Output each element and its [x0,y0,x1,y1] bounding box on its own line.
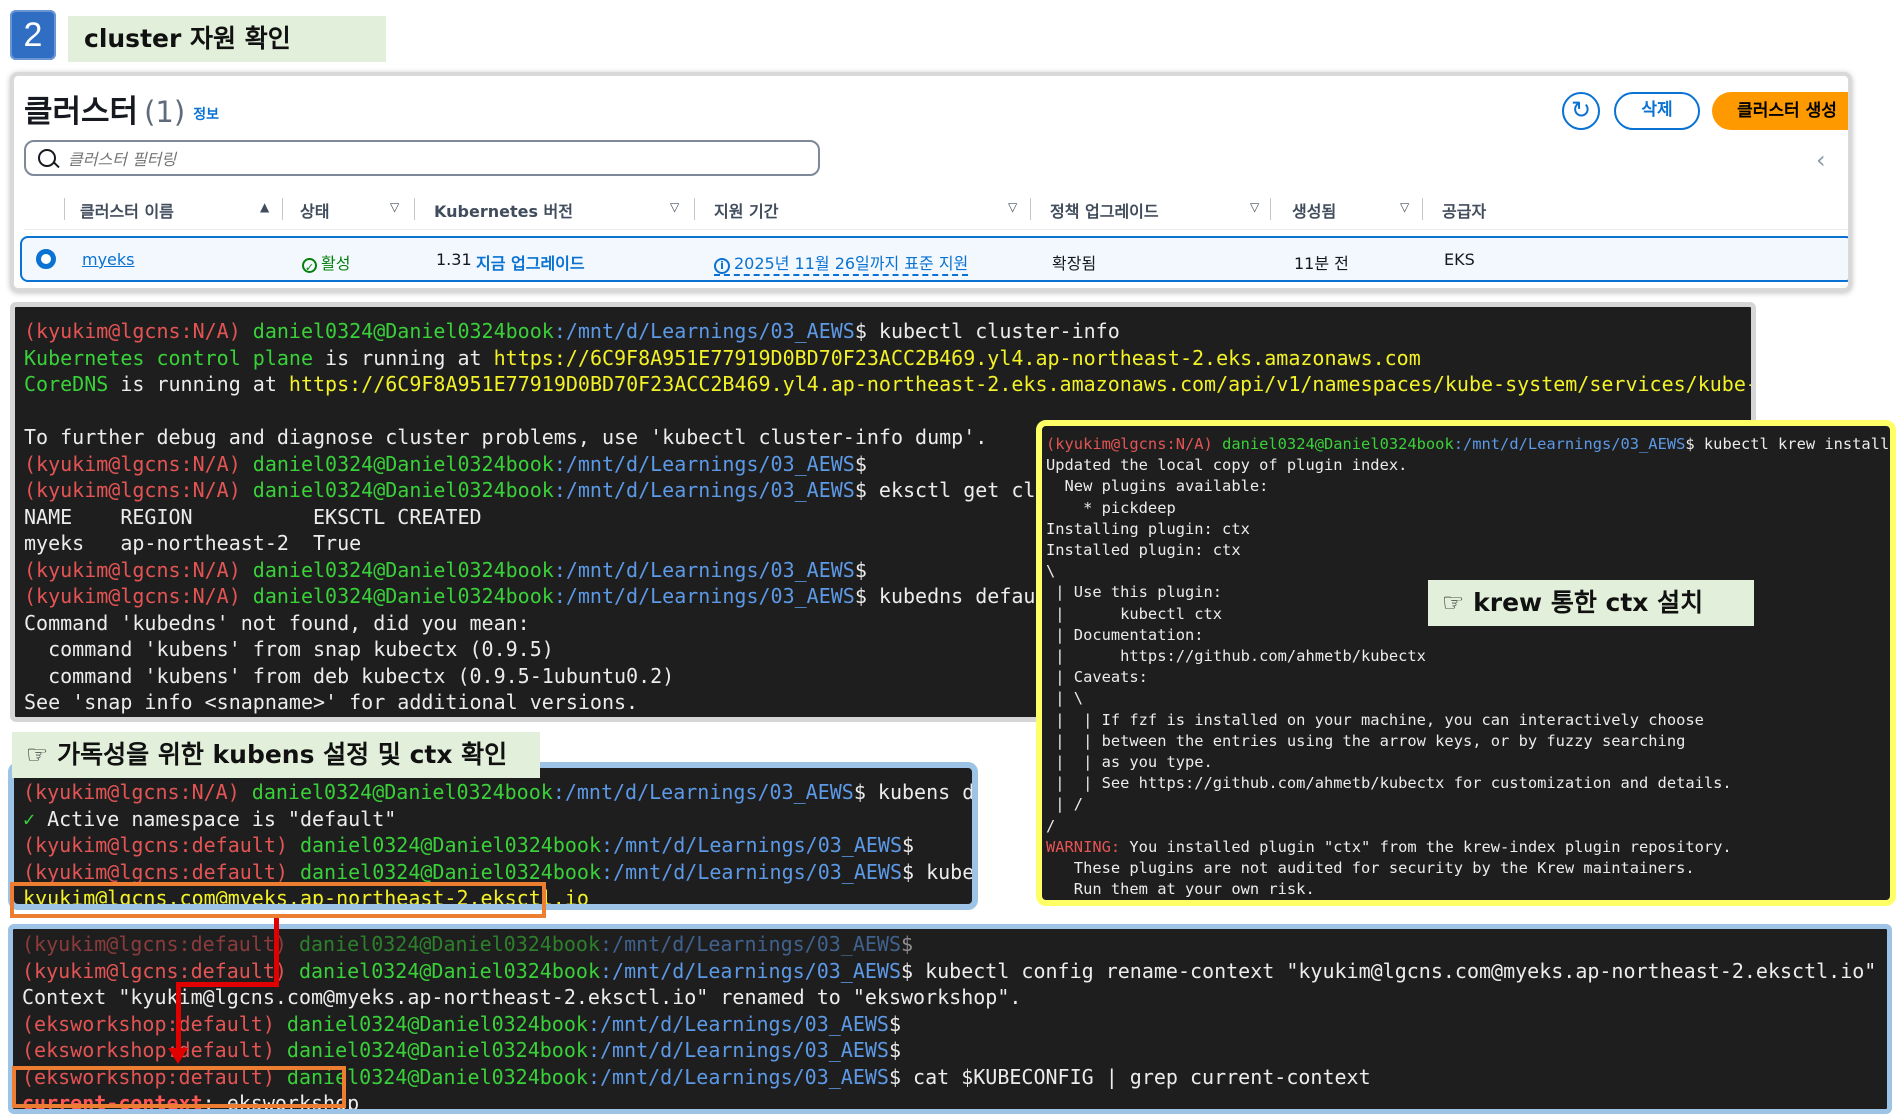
terminal-line: CoreDNS is running at https://6C9F8A951E… [24,372,1756,396]
sort-icon[interactable]: ▽ [390,200,399,214]
terminal-line: (kyukim@lgcns:default) daniel0324@Daniel… [22,958,1877,983]
k8s-version: 1.31 [436,250,472,269]
terminal-line: (kyukim@lgcns:default) daniel0324@Daniel… [22,932,914,956]
terminal-line: Installing plugin: ctx [1046,519,1250,538]
callout-krew-ctx: ☞ krew 통한 ctx 설치 [1428,580,1754,626]
table-row[interactable]: myeks ✓ 활성 1.31 지금 업그레이드 i 2025년 11월 26일까지… [20,236,1848,282]
terminal-line: (kyukim@lgcns:default) daniel0324@Daniel… [23,833,915,857]
callout-kubens: ☞ 가독성을 위한 kubens 설정 및 ctx 확인 [12,732,540,778]
col-created[interactable]: 생성됨 ▽ [1292,198,1409,222]
terminal-line: | | See https://github.com/ahmetb/kubect… [1046,774,1732,793]
cluster-filter[interactable] [24,140,820,176]
terminal-line: Updated the local copy of plugin index. [1046,456,1408,475]
terminal-line: Kubernetes control plane is running at h… [24,345,1421,370]
search-icon [38,149,56,167]
step-title: cluster 자원 확인 [68,16,386,62]
arrow-connector [176,982,181,1052]
col-policy[interactable]: 정책 업그레이드 ▽ [1050,198,1259,222]
terminal-line: | https://github.com/ahmetb/kubectx [1046,647,1426,666]
col-provider[interactable]: 공급자 [1442,198,1486,222]
step-number-badge: 2 [10,10,56,60]
table-header: 클러스터 이름 ▲ 상태 ▽ Kubernetes 버전 ▽ 지원 기간 ▽ 정책 업그… [24,188,1848,230]
status-badge: ✓ 활성 [302,250,350,274]
provider: EKS [1444,250,1475,269]
created-time: 11분 전 [1294,254,1349,273]
sort-icon[interactable]: ▽ [1008,200,1017,214]
col-status[interactable]: 상태 ▽ [300,198,399,222]
terminal-line: | | If fzf is installed on your machine,… [1046,710,1704,729]
terminal-krew-install[interactable]: (kyukim@lgcns:N/A) daniel0324@Daniel0324… [1036,420,1896,906]
terminal-line: (kyukim@lgcns:N/A) daniel0324@Daniel0324… [24,319,1120,343]
sort-icon[interactable]: ▽ [1250,200,1259,214]
refresh-button[interactable]: ↻ [1562,92,1600,130]
check-circle-icon: ✓ [302,258,317,274]
terminal-line: | / [1046,795,1084,814]
row-select-radio[interactable] [36,249,56,269]
check-icon: ✓ [23,806,36,831]
terminal-line: Context "kyukim@lgcns.com@myeks.ap-north… [22,985,1022,1009]
cluster-name-link[interactable]: myeks [82,250,135,269]
upgrade-now-link[interactable]: 지금 업그레이드 [476,250,585,274]
terminal-line: | | between the entries using the arrow … [1046,731,1686,750]
support-period-link[interactable]: i 2025년 11월 26일까지 표준 지원 [714,250,969,276]
cluster-count: (1) [144,95,186,129]
terminal-line: | Caveats: [1046,668,1148,687]
terminal-line: New plugins available: [1046,477,1269,496]
terminal-line: (kyukim@lgcns:N/A) daniel0324@Daniel0324… [23,780,975,804]
highlight-current-context [12,1066,346,1108]
sort-asc-icon[interactable]: ▲ [260,200,269,214]
terminal-line: Installed plugin: ctx [1046,541,1241,560]
page-title: 클러스터 (1) 정보 [24,86,219,131]
arrow-connector [176,982,279,987]
sort-icon[interactable]: ▽ [1400,200,1409,214]
create-cluster-button[interactable]: 클러스터 생성 [1712,92,1848,130]
filter-input[interactable] [66,146,770,172]
title-text: 클러스터 [24,94,139,130]
col-k8s-version[interactable]: Kubernetes 버전 ▽ [434,198,679,222]
terminal-line: (kyukim@lgcns:N/A) daniel0324@Daniel0324… [1046,435,1890,453]
pagination-prev-icon[interactable]: ‹ [1816,146,1826,174]
sort-icon[interactable]: ▽ [670,200,679,214]
policy-upgrade: 확장됨 [1052,254,1097,273]
terminal-line: * pickdeep [1046,498,1176,517]
col-support[interactable]: 지원 기간 ▽ [714,198,1017,222]
terminal-line: Run them at your own risk. [1046,880,1315,899]
terminal-line: | | as you type. [1046,753,1213,772]
terminal-line: These plugins are not audited for securi… [1046,859,1695,878]
info-link[interactable]: 정보 [193,107,219,123]
info-icon: i [714,258,730,274]
arrow-down-icon [168,1048,188,1064]
terminal-line: (eksworkshop:default) daniel0324@Daniel0… [22,1011,902,1036]
arrow-connector [274,918,279,986]
terminal-line: (eksworkshop:default) daniel0324@Daniel0… [22,1038,902,1062]
highlight-context-output [10,882,546,918]
col-name[interactable]: 클러스터 이름 ▲ [80,198,269,222]
eks-clusters-panel: 클러스터(1) 정보 ↻ 삭제 클러스터 생성 ‹ 클러스터 이름▲ 상태▽ Ku… [10,72,1852,292]
terminal-line: WARNING: You installed plugin "ctx" from… [1046,837,1732,856]
terminal-line: / [1046,816,1056,835]
terminal-line: ✓ Active namespace is "default" [23,806,397,831]
terminal-line: | \ [1046,689,1084,708]
refresh-icon: ↻ [1570,96,1592,124]
terminal-line: | Documentation: [1046,625,1204,644]
delete-button[interactable]: 삭제 [1614,92,1700,130]
